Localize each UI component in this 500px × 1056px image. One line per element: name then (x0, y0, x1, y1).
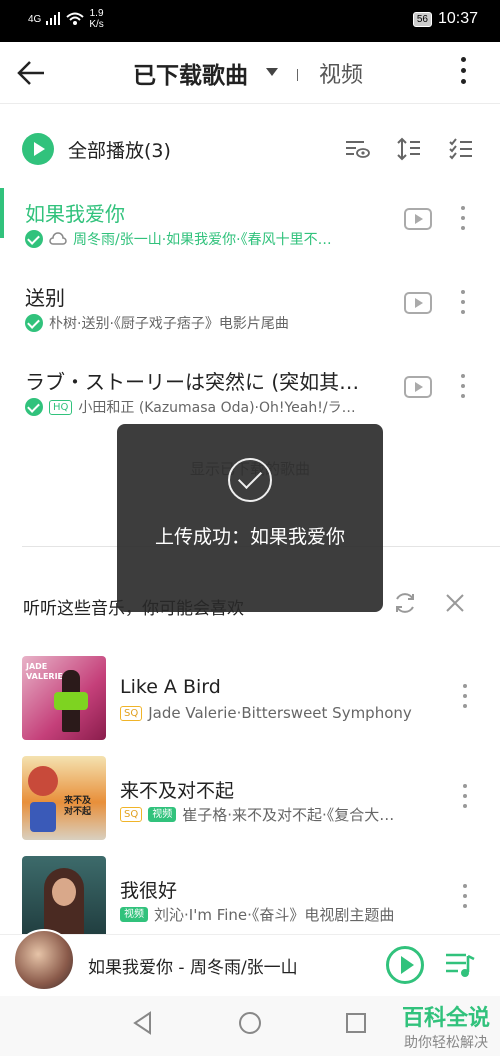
top-bar: 已下载歌曲 视频 (0, 42, 500, 104)
rec-meta: 视频 刘沁·I'm Fine·《奋斗》电视剧主题曲 (120, 904, 420, 925)
rec-title: 我很好 (120, 880, 178, 902)
player-play-button[interactable] (386, 946, 424, 984)
player-title[interactable]: 如果我爱你 - 周冬雨/张一山 (88, 953, 298, 978)
toast-text: 上传成功：如果我爱你 (154, 526, 345, 548)
back-arrow-icon[interactable] (16, 58, 46, 88)
rec-meta: SQ 视频 崔子格·来不及对不起·《复合大… (120, 804, 420, 825)
song-subtitle: 小田和正 (Kazumasa Oda)·Oh!Yeah!/ラ… (78, 400, 356, 416)
song-more-icon[interactable] (458, 374, 468, 402)
album-cover: JADE VALERIE (22, 656, 106, 740)
downloaded-check-icon (25, 230, 43, 248)
rec-subtitle: 崔子格·来不及对不起·《复合大… (182, 806, 395, 824)
song-row[interactable]: 送别 朴树·送别·《厨子戏子痞子》电影片尾曲 (0, 272, 500, 356)
song-meta: HQ 小田和正 (Kazumasa Oda)·Oh!Yeah!/ラ… (25, 397, 395, 417)
rec-meta: SQ Jade Valerie·Bittersweet Symphony (120, 704, 420, 722)
play-all-label: 全部播放(3) (68, 139, 171, 162)
rec-more-icon[interactable] (460, 784, 470, 812)
rec-subtitle: 刘沁·I'm Fine·《奋斗》电视剧主题曲 (154, 906, 395, 924)
song-more-icon[interactable] (458, 290, 468, 318)
dropdown-triangle-icon[interactable] (266, 68, 278, 76)
cloud-icon (49, 232, 67, 245)
nav-recents-icon[interactable] (343, 1010, 369, 1036)
success-check-icon (228, 458, 272, 502)
sq-badge: SQ (120, 807, 143, 822)
rec-title: 来不及对不起 (120, 780, 235, 802)
player-cover[interactable] (13, 929, 75, 991)
nav-back-icon[interactable] (130, 1010, 156, 1036)
mini-player[interactable]: 如果我爱你 - 周冬雨/张一山 (0, 929, 500, 996)
tab-video[interactable]: 视频 (319, 57, 363, 89)
nav-home-icon[interactable] (237, 1010, 263, 1036)
signal-indicator: 4G (28, 13, 42, 25)
mv-play-icon[interactable] (404, 292, 432, 314)
sq-badge: SQ (120, 705, 143, 721)
song-title: 送别 (25, 286, 65, 310)
rec-title: Like A Bird (120, 676, 221, 698)
rec-more-icon[interactable] (460, 884, 470, 912)
rec-subtitle: Jade Valerie·Bittersweet Symphony (148, 704, 412, 722)
video-badge: 视频 (120, 907, 148, 922)
battery-indicator: 56 (412, 11, 432, 27)
close-icon[interactable] (444, 592, 466, 614)
album-cover (22, 856, 106, 940)
network-speed: 1.9 K/s (89, 8, 104, 30)
play-circle-icon (22, 133, 54, 165)
song-title: 如果我爱你 (25, 202, 125, 226)
mv-play-icon[interactable] (404, 208, 432, 230)
toast-message: 上传成功：如果我爱你 (117, 424, 383, 612)
recommend-item[interactable]: JADE VALERIE Like A Bird SQ Jade Valerie… (0, 656, 500, 746)
song-row[interactable]: 如果我爱你 周冬雨/张一山·如果我爱你·《春风十里不… (0, 188, 500, 272)
watermark: 百科全说 助你轻松解决 (401, 1006, 490, 1051)
video-badge: 视频 (148, 807, 177, 822)
song-meta: 周冬雨/张一山·如果我爱你·《春风十里不… (25, 229, 395, 249)
refresh-icon[interactable] (392, 590, 418, 616)
song-subtitle: 周冬雨/张一山·如果我爱你·《春风十里不… (73, 232, 332, 248)
recommend-item[interactable]: 来不及 对不起 来不及对不起 SQ 视频 崔子格·来不及对不起·《复合大… (0, 756, 500, 846)
hq-badge: HQ (49, 399, 73, 415)
wifi-icon (66, 12, 85, 25)
song-more-icon[interactable] (458, 206, 468, 234)
song-title: ラブ・ストーリーは突然に (突如其… (25, 370, 360, 394)
recommend-item[interactable]: 我很好 视频 刘沁·I'm Fine·《奋斗》电视剧主题曲 (0, 856, 500, 946)
clock: 10:37 (437, 10, 478, 27)
page-title[interactable]: 已下载歌曲 (133, 56, 248, 90)
playlist-icon[interactable] (444, 950, 476, 980)
tab-separator (297, 69, 298, 81)
filter-view-icon[interactable] (344, 136, 370, 162)
playing-indicator (0, 188, 4, 238)
signal-icon (46, 12, 61, 25)
album-cover: 来不及 对不起 (22, 756, 106, 840)
rec-more-icon[interactable] (460, 684, 470, 712)
sort-icon[interactable] (396, 136, 422, 162)
song-subtitle: 朴树·送别·《厨子戏子痞子》电影片尾曲 (49, 316, 289, 332)
play-all-button[interactable]: 全部播放(3) (22, 132, 171, 166)
song-meta: 朴树·送别·《厨子戏子痞子》电影片尾曲 (25, 313, 395, 333)
more-options-icon[interactable] (455, 57, 471, 89)
downloaded-check-icon (25, 398, 43, 416)
status-bar: 4G 1.9 K/s 56 10:37 (0, 0, 500, 42)
downloaded-check-icon (25, 314, 43, 332)
list-tools (344, 136, 474, 162)
mv-play-icon[interactable] (404, 376, 432, 398)
multi-select-icon[interactable] (448, 136, 474, 162)
